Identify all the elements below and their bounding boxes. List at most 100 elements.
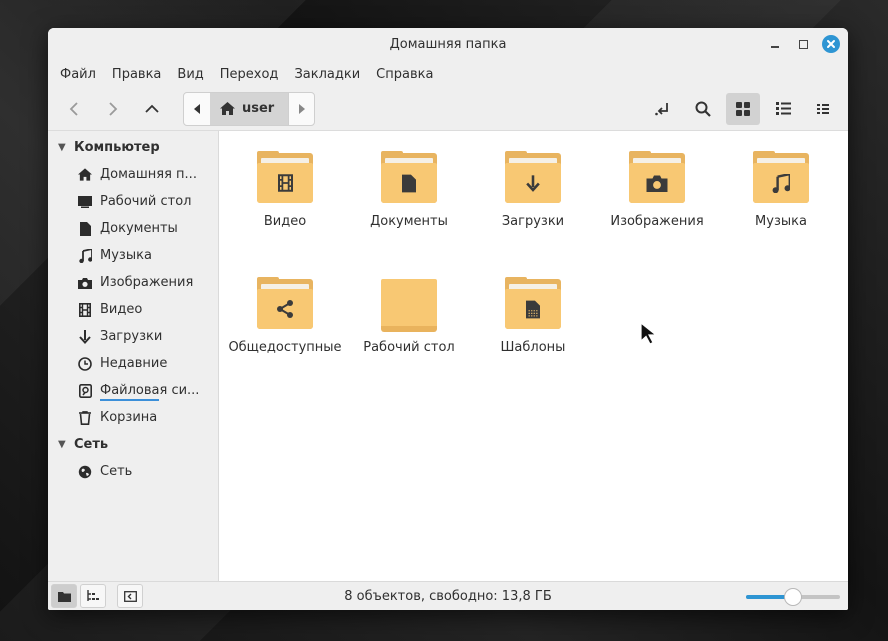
- zoom-slider[interactable]: [746, 588, 840, 606]
- folder-icon: [629, 151, 685, 203]
- file-label: Общедоступные: [228, 340, 342, 355]
- chevron-left-icon: [69, 101, 78, 116]
- clock-icon: [78, 356, 92, 371]
- filesystem-usage-bar: [100, 399, 159, 401]
- menu-help[interactable]: Справка: [368, 67, 441, 82]
- file-view[interactable]: Видео Документы Загрузки Изображения Муз…: [219, 131, 848, 581]
- sidebar-toggle-icon: [123, 590, 137, 602]
- folder-icon: [505, 277, 561, 329]
- download-icon: [78, 329, 92, 344]
- folder-icon: [57, 591, 71, 602]
- menu-bookmarks[interactable]: Закладки: [286, 67, 368, 82]
- file-label: Загрузки: [501, 214, 565, 229]
- caret-down-icon: ▼: [58, 439, 66, 450]
- sidebar-item-desktop[interactable]: Рабочий стол: [48, 188, 218, 215]
- content-area: ▼ Компьютер Домашняя п... Рабочий стол Д…: [48, 131, 848, 581]
- sidebar-item-network[interactable]: Сеть: [48, 458, 218, 485]
- folder-desktop[interactable]: Рабочий стол: [347, 279, 471, 355]
- hide-sidebar-button[interactable]: [117, 584, 143, 608]
- icon-view-button[interactable]: [726, 92, 760, 125]
- folder-downloads[interactable]: Загрузки: [471, 151, 595, 229]
- show-tree-button[interactable]: [80, 584, 106, 608]
- folder-music[interactable]: Музыка: [719, 151, 843, 229]
- menu-edit[interactable]: Правка: [104, 67, 169, 82]
- sidebar-heading-network[interactable]: ▼ Сеть: [48, 431, 218, 458]
- triangle-right-icon: [298, 103, 305, 114]
- folder-icon: [505, 151, 561, 203]
- compact-view-icon: [817, 103, 829, 114]
- filesystem-label-text: Файловая си...: [100, 383, 200, 398]
- sidebar-item-label: Музыка: [100, 248, 152, 263]
- chevron-up-icon: [145, 104, 159, 113]
- grid-view-icon: [736, 101, 750, 116]
- compact-view-button[interactable]: [806, 93, 840, 125]
- menu-file[interactable]: Файл: [52, 67, 104, 82]
- desktop-icon: [78, 195, 92, 209]
- sidebar-item-pictures[interactable]: Изображения: [48, 269, 218, 296]
- file-label: Видео: [263, 214, 307, 229]
- file-manager-window: Домашняя папка Файл Правка Вид Переход З…: [48, 28, 848, 610]
- sidebar-item-trash[interactable]: Корзина: [48, 404, 218, 431]
- list-view-button[interactable]: [766, 93, 800, 125]
- trash-icon: [78, 410, 92, 425]
- camera-icon: [629, 163, 685, 203]
- menu-go[interactable]: Переход: [212, 67, 287, 82]
- globe-icon: [78, 465, 92, 479]
- minimize-button[interactable]: [766, 35, 784, 53]
- toolbar: user: [48, 87, 848, 131]
- sidebar-item-videos[interactable]: Видео: [48, 296, 218, 323]
- forward-button[interactable]: [95, 93, 131, 125]
- close-button[interactable]: [822, 35, 840, 53]
- sidebar-item-home[interactable]: Домашняя п...: [48, 161, 218, 188]
- sidebar-item-label: Файловая си...: [100, 383, 200, 401]
- folder-templates[interactable]: Шаблоны: [471, 277, 595, 355]
- toolbar-right: [646, 92, 840, 125]
- mouse-cursor-icon: [640, 322, 658, 345]
- menu-view[interactable]: Вид: [169, 67, 211, 82]
- folder-icon: [257, 277, 313, 329]
- caret-down-icon: ▼: [58, 142, 66, 153]
- sidebar-item-downloads[interactable]: Загрузки: [48, 323, 218, 350]
- folder-pictures[interactable]: Изображения: [595, 151, 719, 229]
- path-scroll-right-button[interactable]: [288, 92, 314, 125]
- folder-videos[interactable]: Видео: [223, 151, 347, 229]
- menubar: Файл Правка Вид Переход Закладки Справка: [48, 61, 848, 87]
- titlebar[interactable]: Домашняя папка: [48, 28, 848, 61]
- statusbar: 8 объектов, свободно: 13,8 ГБ: [48, 581, 848, 610]
- maximize-button[interactable]: [794, 35, 812, 53]
- camera-icon: [78, 276, 92, 290]
- share-icon: [257, 289, 313, 329]
- folder-documents[interactable]: Документы: [347, 151, 471, 229]
- search-button[interactable]: [686, 93, 720, 125]
- sidebar-item-filesystem[interactable]: Файловая си...: [48, 377, 218, 404]
- file-label: Шаблоны: [500, 340, 566, 355]
- music-icon: [753, 163, 809, 203]
- sidebar-item-documents[interactable]: Документы: [48, 215, 218, 242]
- file-label: Музыка: [755, 214, 807, 229]
- sidebar-heading-computer[interactable]: ▼ Компьютер: [48, 134, 218, 161]
- location-entry-icon: [655, 102, 668, 115]
- folder-public[interactable]: Общедоступные: [223, 277, 347, 355]
- toggle-location-button[interactable]: [646, 93, 680, 125]
- path-scroll-left-button[interactable]: [184, 93, 210, 125]
- sidebar-item-label: Домашняя п...: [100, 167, 197, 182]
- zoom-slider-handle[interactable]: [784, 588, 802, 606]
- back-button[interactable]: [56, 93, 92, 125]
- up-button[interactable]: [134, 93, 170, 125]
- drive-icon: [78, 383, 92, 398]
- path-crumb-home[interactable]: user: [210, 92, 289, 125]
- folder-icon: [753, 151, 809, 203]
- path-crumb-label: user: [242, 101, 275, 116]
- sidebar-item-recent[interactable]: Недавние: [48, 350, 218, 377]
- triangle-left-icon: [194, 103, 200, 114]
- list-view-icon: [775, 102, 791, 115]
- film-icon: [257, 163, 313, 203]
- film-icon: [78, 302, 92, 317]
- home-icon: [78, 168, 92, 182]
- sidebar-item-music[interactable]: Музыка: [48, 242, 218, 269]
- folder-icon: [257, 151, 313, 203]
- download-icon: [505, 163, 561, 203]
- show-places-button[interactable]: [51, 584, 77, 608]
- path-bar: user: [183, 91, 316, 126]
- template-icon: [505, 289, 561, 329]
